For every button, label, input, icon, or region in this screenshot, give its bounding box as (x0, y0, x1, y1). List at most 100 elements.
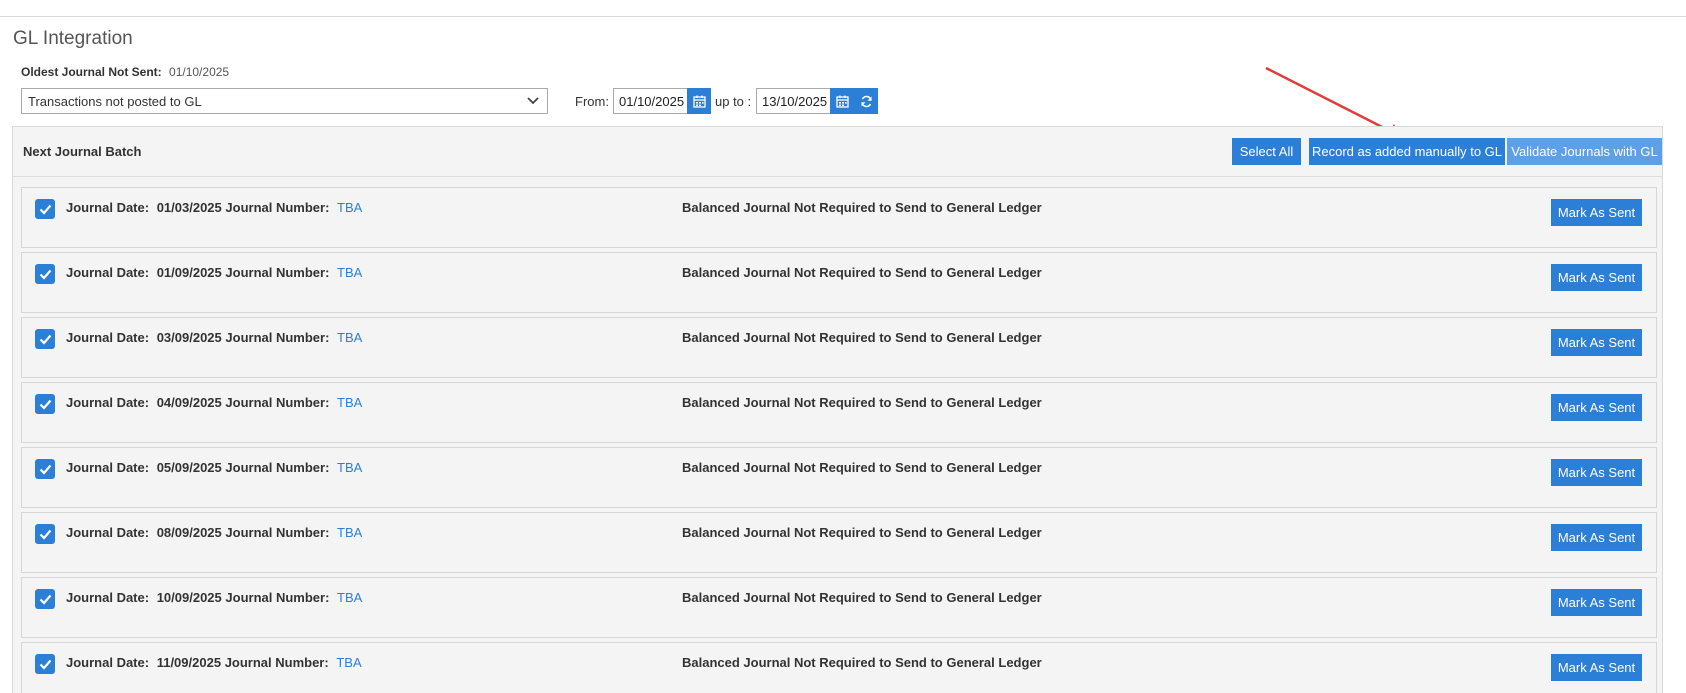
journal-date-label: Journal Date: (66, 460, 150, 475)
journal-info: Journal Date: 04/09/2025 Journal Number:… (66, 395, 362, 410)
journal-checkbox[interactable] (35, 394, 55, 414)
journal-status: Balanced Journal Not Required to Send to… (682, 265, 1042, 280)
journal-status: Balanced Journal Not Required to Send to… (682, 655, 1042, 670)
journal-date-value: 01/09/2025 (156, 265, 222, 280)
journal-date-value: 11/09/2025 (156, 655, 222, 670)
journal-number-link[interactable]: TBA (337, 200, 362, 215)
mark-as-sent-button[interactable]: Mark As Sent (1551, 589, 1642, 616)
journal-date-label: Journal Date: (66, 590, 150, 605)
journal-date-label: Journal Date: (66, 655, 150, 670)
checkmark-icon (39, 659, 51, 670)
checkmark-icon (39, 334, 51, 345)
mark-as-sent-button[interactable]: Mark As Sent (1551, 459, 1642, 486)
journal-date-label: Journal Date: (66, 265, 150, 280)
journal-number-label: Journal Number: (225, 395, 330, 410)
refresh-button[interactable] (854, 88, 878, 114)
journal-info: Journal Date: 10/09/2025 Journal Number:… (66, 590, 362, 605)
checkmark-icon (39, 204, 51, 215)
journal-row: Journal Date: 05/09/2025 Journal Number:… (21, 447, 1657, 508)
upto-label: up to : (715, 94, 752, 109)
checkmark-icon (39, 399, 51, 410)
journal-status: Balanced Journal Not Required to Send to… (682, 330, 1042, 345)
journal-row: Journal Date: 10/09/2025 Journal Number:… (21, 577, 1657, 638)
mark-as-sent-button[interactable]: Mark As Sent (1551, 199, 1642, 226)
calendar-icon (835, 95, 849, 108)
journal-checkbox[interactable] (35, 459, 55, 479)
page-title: GL Integration (13, 28, 133, 49)
batch-header: Next Journal Batch Select All Record as … (13, 127, 1662, 177)
mark-as-sent-button[interactable]: Mark As Sent (1551, 524, 1642, 551)
oldest-journal-value: 01/10/2025 (169, 65, 230, 79)
journal-number-link[interactable]: TBA (337, 395, 362, 410)
refresh-icon (860, 95, 872, 107)
checkmark-icon (39, 464, 51, 475)
journal-row: Journal Date: 01/09/2025 Journal Number:… (21, 252, 1657, 313)
journal-info: Journal Date: 08/09/2025 Journal Number:… (66, 525, 362, 540)
batch-title: Next Journal Batch (23, 144, 142, 159)
journal-info: Journal Date: 03/09/2025 Journal Number:… (66, 330, 362, 345)
from-label: From: (575, 94, 609, 109)
oldest-journal-info: Oldest Journal Not Sent: 01/10/2025 (21, 65, 229, 79)
filter-selected-value: Transactions not posted to GL (28, 94, 202, 109)
journal-checkbox[interactable] (35, 589, 55, 609)
validate-journals-button[interactable]: Validate Journals with GL (1507, 138, 1662, 165)
select-all-button[interactable]: Select All (1232, 138, 1301, 165)
oldest-journal-label: Oldest Journal Not Sent: (21, 65, 162, 79)
journal-status: Balanced Journal Not Required to Send to… (682, 395, 1042, 410)
from-calendar-button[interactable] (687, 88, 711, 114)
journal-date-value: 08/09/2025 (156, 525, 222, 540)
from-date-input[interactable]: 01/10/2025 (613, 88, 689, 114)
journal-row: Journal Date: 11/09/2025 Journal Number:… (21, 642, 1657, 693)
chevron-down-icon (527, 97, 539, 105)
checkmark-icon (39, 269, 51, 280)
upto-calendar-button[interactable] (830, 88, 854, 114)
journal-number-label: Journal Number: (225, 200, 330, 215)
journal-batch-panel: Next Journal Batch Select All Record as … (12, 126, 1663, 693)
journal-checkbox[interactable] (35, 524, 55, 544)
journal-number-link[interactable]: TBA (337, 590, 362, 605)
journal-date-value: 05/09/2025 (156, 460, 222, 475)
record-manual-button[interactable]: Record as added manually to GL (1309, 138, 1505, 165)
journal-row: Journal Date: 03/09/2025 Journal Number:… (21, 317, 1657, 378)
mark-as-sent-button[interactable]: Mark As Sent (1551, 329, 1642, 356)
journal-number-label: Journal Number: (225, 590, 330, 605)
journal-status: Balanced Journal Not Required to Send to… (682, 460, 1042, 475)
checkmark-icon (39, 594, 51, 605)
transaction-filter-select[interactable]: Transactions not posted to GL (21, 88, 548, 114)
journal-number-link[interactable]: TBA (337, 525, 362, 540)
journal-date-value: 01/03/2025 (156, 200, 222, 215)
top-bar (0, 0, 1686, 17)
journal-number-link[interactable]: TBA (336, 655, 361, 670)
journal-status: Balanced Journal Not Required to Send to… (682, 590, 1042, 605)
mark-as-sent-button[interactable]: Mark As Sent (1551, 654, 1642, 681)
checkmark-icon (39, 529, 51, 540)
journal-row: Journal Date: 04/09/2025 Journal Number:… (21, 382, 1657, 443)
journal-number-link[interactable]: TBA (337, 330, 362, 345)
journal-status: Balanced Journal Not Required to Send to… (682, 525, 1042, 540)
journal-checkbox[interactable] (35, 264, 55, 284)
journal-status: Balanced Journal Not Required to Send to… (682, 200, 1042, 215)
journal-checkbox[interactable] (35, 654, 55, 674)
journal-number-label: Journal Number: (225, 330, 330, 345)
journal-row: Journal Date: 08/09/2025 Journal Number:… (21, 512, 1657, 573)
upto-date-input[interactable]: 13/10/2025 (756, 88, 832, 114)
journal-date-label: Journal Date: (66, 330, 150, 345)
journal-date-value: 03/09/2025 (156, 330, 222, 345)
journal-date-label: Journal Date: (66, 525, 150, 540)
journal-checkbox[interactable] (35, 329, 55, 349)
journal-number-label: Journal Number: (224, 655, 329, 670)
journal-number-label: Journal Number: (225, 460, 330, 475)
journal-info: Journal Date: 01/09/2025 Journal Number:… (66, 265, 362, 280)
mark-as-sent-button[interactable]: Mark As Sent (1551, 394, 1642, 421)
journal-checkbox[interactable] (35, 199, 55, 219)
journal-number-link[interactable]: TBA (337, 265, 362, 280)
journal-date-value: 10/09/2025 (156, 590, 222, 605)
journal-row: Journal Date: 01/03/2025 Journal Number:… (21, 187, 1657, 248)
calendar-icon (692, 95, 706, 108)
journal-number-link[interactable]: TBA (337, 460, 362, 475)
mark-as-sent-button[interactable]: Mark As Sent (1551, 264, 1642, 291)
journal-date-label: Journal Date: (66, 395, 150, 410)
journal-info: Journal Date: 11/09/2025 Journal Number:… (66, 655, 362, 670)
journal-number-label: Journal Number: (225, 525, 330, 540)
journal-info: Journal Date: 01/03/2025 Journal Number:… (66, 200, 362, 215)
